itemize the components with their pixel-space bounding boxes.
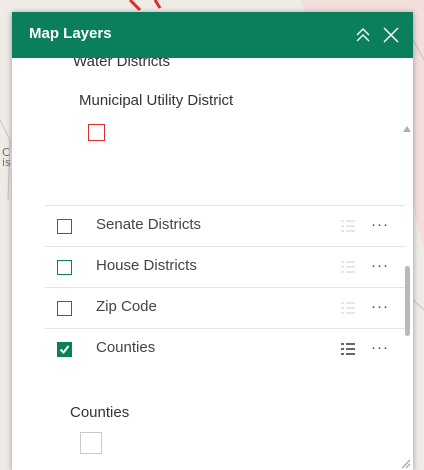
- panel-title: Map Layers: [29, 25, 112, 42]
- scrollbar-thumb[interactable]: [405, 266, 410, 336]
- more-options-button[interactable]: ···: [371, 216, 389, 233]
- double-chevron-up-icon: [356, 28, 370, 42]
- counties-legend-label: Counties: [70, 404, 130, 421]
- water-districts-legend-title: Water Districts: [73, 58, 170, 70]
- layer-row-counties[interactable]: Counties ···: [45, 328, 405, 369]
- legend-list-icon[interactable]: [340, 218, 356, 234]
- legend-list-icon[interactable]: [340, 300, 356, 316]
- resize-handle-icon[interactable]: [400, 458, 411, 469]
- legend-list-icon[interactable]: [340, 341, 356, 357]
- layer-label: Counties: [96, 339, 156, 356]
- checkmark-icon: [59, 345, 70, 355]
- layer-list: Water Districts Municipal Utility Distri…: [12, 58, 413, 470]
- layer-label: Senate Districts: [96, 216, 202, 233]
- more-options-button[interactable]: ···: [371, 257, 389, 274]
- close-icon: [383, 27, 399, 43]
- more-options-button[interactable]: ···: [371, 298, 389, 315]
- municipal-utility-district-swatch: [88, 124, 105, 141]
- counties-legend-swatch: [80, 432, 102, 454]
- layer-label: Zip Code: [96, 298, 157, 315]
- map-edge-label: Cis: [2, 146, 11, 169]
- checkbox-house-districts[interactable]: [57, 260, 72, 275]
- layer-row-senate-districts[interactable]: Senate Districts ···: [45, 205, 405, 246]
- layer-row-house-districts[interactable]: House Districts ···: [45, 246, 405, 287]
- collapse-button[interactable]: [353, 25, 373, 45]
- checkbox-zip-code[interactable]: [57, 301, 72, 316]
- layer-label: House Districts: [96, 257, 197, 274]
- checkbox-senate-districts[interactable]: [57, 219, 72, 234]
- legend-list-icon[interactable]: [340, 259, 356, 275]
- map-layers-panel: Map Layers Water Districts Municipal Uti…: [12, 12, 413, 470]
- close-button[interactable]: [381, 25, 401, 45]
- panel-header: Map Layers: [12, 12, 413, 58]
- checkbox-counties[interactable]: [57, 342, 72, 357]
- layer-row-zip-code[interactable]: Zip Code ···: [45, 287, 405, 328]
- municipal-utility-district-label: Municipal Utility District: [79, 92, 234, 109]
- scroll-up-arrow-icon[interactable]: [403, 126, 411, 132]
- more-options-button[interactable]: ···: [371, 339, 389, 356]
